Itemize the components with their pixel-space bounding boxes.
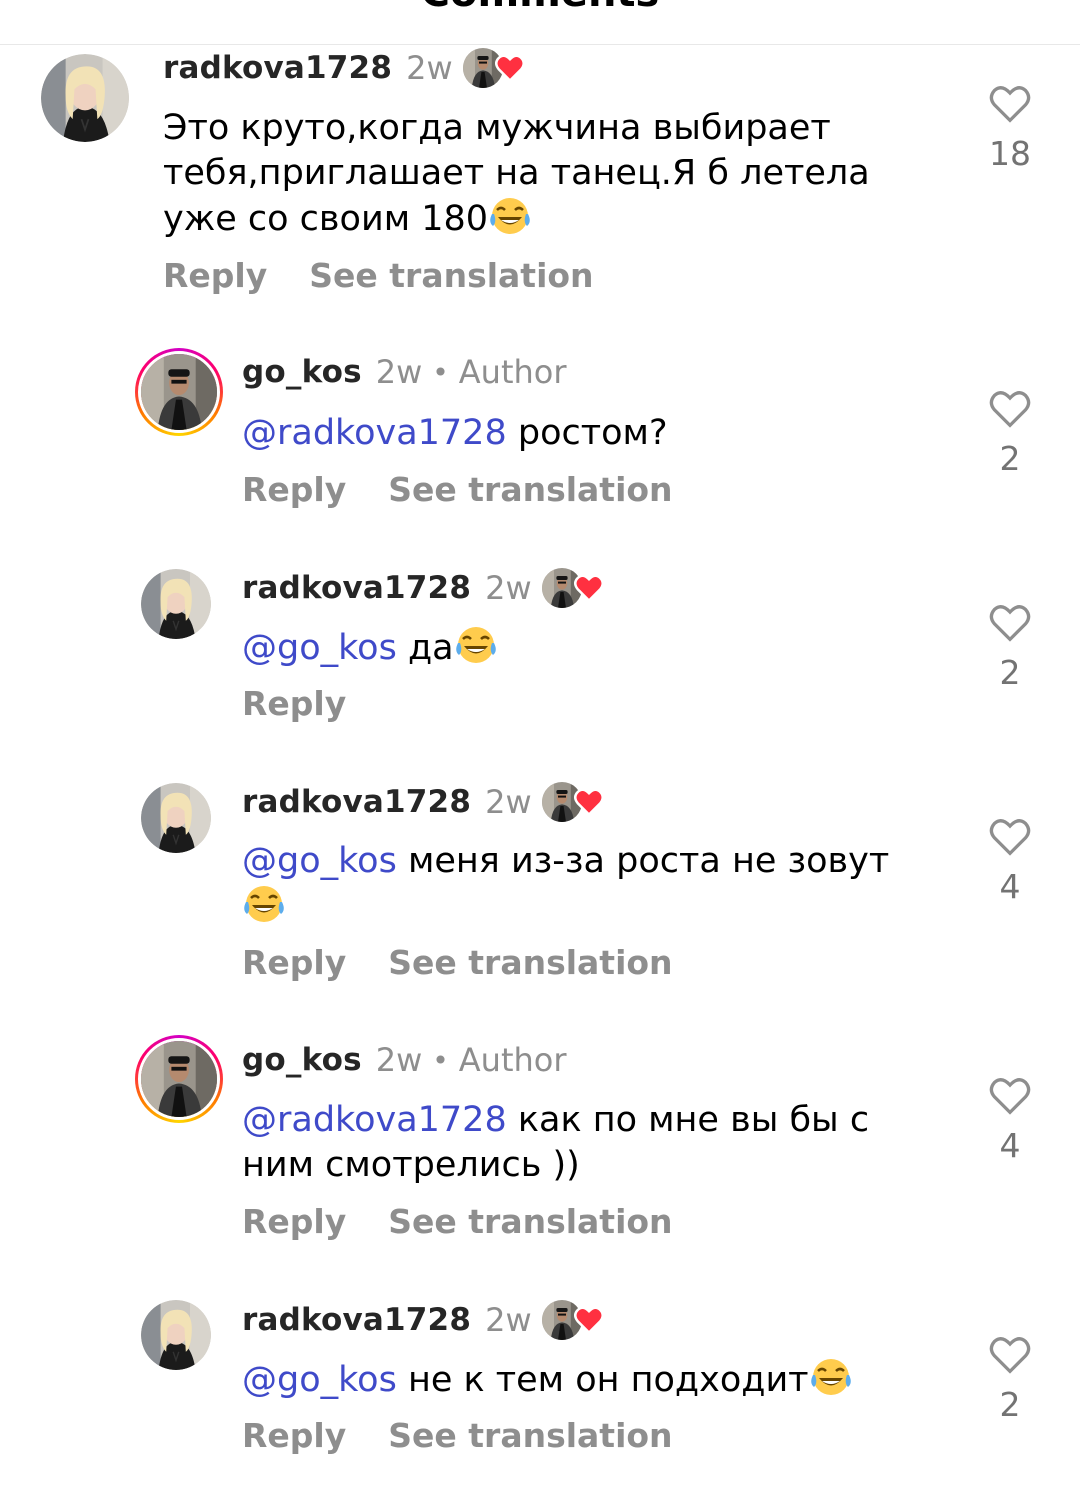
reply-button[interactable]: Reply	[242, 470, 346, 509]
comment-body: да	[396, 628, 454, 668]
avatar-story-ring[interactable]	[135, 1035, 223, 1123]
comment-body: ростом?	[506, 413, 668, 453]
heart-outline-icon[interactable]	[988, 1335, 1032, 1375]
heart-filled-icon	[573, 788, 604, 816]
comment-text: @go_kos меня из-за роста не зовут	[242, 839, 942, 930]
like-count: 4	[999, 1126, 1021, 1165]
like-count: 2	[999, 439, 1021, 478]
avatar[interactable]	[141, 569, 211, 639]
comment-text: @go_kos да	[242, 625, 962, 671]
laughing-tears-emoji	[809, 1357, 852, 1397]
avatar[interactable]	[141, 1300, 211, 1370]
timestamp: 2w	[375, 353, 423, 391]
like-count: 2	[999, 1385, 1021, 1424]
comments-header: Comments	[0, 0, 1080, 45]
reply-button[interactable]: Reply	[242, 1416, 346, 1455]
see-translation-button[interactable]: See translation	[388, 1416, 672, 1455]
timestamp: 2w	[485, 569, 532, 607]
see-translation-button[interactable]: See translation	[388, 470, 672, 509]
laughing-tears-emoji	[242, 884, 286, 924]
mention-link[interactable]: @go_kos	[242, 841, 397, 881]
timestamp: 2w	[375, 1041, 423, 1079]
timestamp: 2w	[485, 783, 532, 821]
username[interactable]: radkova1728	[242, 1302, 471, 1338]
author-label: Author	[458, 1041, 567, 1079]
timestamp: 2w	[406, 49, 453, 87]
comment-body: не к тем он подходит	[396, 1360, 809, 1400]
laughing-tears-emoji	[489, 196, 532, 236]
see-translation-button[interactable]: See translation	[309, 256, 593, 295]
username[interactable]: radkova1728	[242, 784, 471, 820]
creator-liked-badge	[541, 782, 604, 822]
mention-link[interactable]: @go_kos	[242, 628, 397, 668]
reply-button[interactable]: Reply	[163, 256, 267, 295]
separator-dot: •	[432, 355, 449, 389]
avatar-story-ring[interactable]	[135, 348, 223, 436]
username[interactable]: go_kos	[242, 354, 362, 390]
like-count: 4	[999, 867, 1021, 906]
mention-link[interactable]: @radkova1728	[242, 413, 507, 453]
heart-outline-icon[interactable]	[988, 1076, 1032, 1116]
laughing-tears-emoji	[454, 625, 497, 665]
see-translation-button[interactable]: See translation	[388, 1202, 672, 1241]
like-count: 18	[989, 134, 1031, 173]
creator-liked-badge	[462, 48, 525, 88]
comment-text: Это круто,когда мужчина выбирает тебя,пр…	[163, 106, 953, 242]
comment-text: @radkova1728 ростом?	[242, 411, 962, 456]
heart-filled-icon	[494, 54, 525, 82]
username[interactable]: go_kos	[242, 1042, 362, 1078]
avatar[interactable]	[41, 54, 129, 142]
heart-outline-icon[interactable]	[988, 817, 1032, 857]
heart-filled-icon	[573, 574, 604, 602]
username[interactable]: radkova1728	[242, 570, 471, 606]
creator-liked-badge	[541, 568, 604, 608]
timestamp: 2w	[485, 1301, 532, 1339]
separator-dot: •	[432, 1043, 449, 1077]
heart-outline-icon[interactable]	[988, 603, 1032, 643]
heart-outline-icon[interactable]	[988, 389, 1032, 429]
username[interactable]: radkova1728	[163, 50, 392, 86]
mention-link[interactable]: @radkova1728	[242, 1100, 507, 1140]
comment-text: @radkova1728 как по мне вы бы с ним смот…	[242, 1098, 922, 1188]
comment-body: меня из-за роста не зовут	[396, 841, 890, 881]
avatar[interactable]	[141, 783, 211, 853]
heart-outline-icon[interactable]	[988, 84, 1032, 124]
comment-text: @go_kos не к тем он подходит	[242, 1357, 962, 1403]
reply-button[interactable]: Reply	[242, 1202, 346, 1241]
creator-liked-badge	[541, 1300, 604, 1340]
mention-link[interactable]: @go_kos	[242, 1360, 397, 1400]
reply-button[interactable]: Reply	[242, 684, 346, 723]
reply-button[interactable]: Reply	[242, 943, 346, 982]
author-label: Author	[458, 353, 567, 391]
see-translation-button[interactable]: See translation	[388, 943, 672, 982]
like-count: 2	[999, 653, 1021, 692]
header-title: Comments	[0, 0, 1080, 16]
heart-filled-icon	[573, 1306, 604, 1334]
